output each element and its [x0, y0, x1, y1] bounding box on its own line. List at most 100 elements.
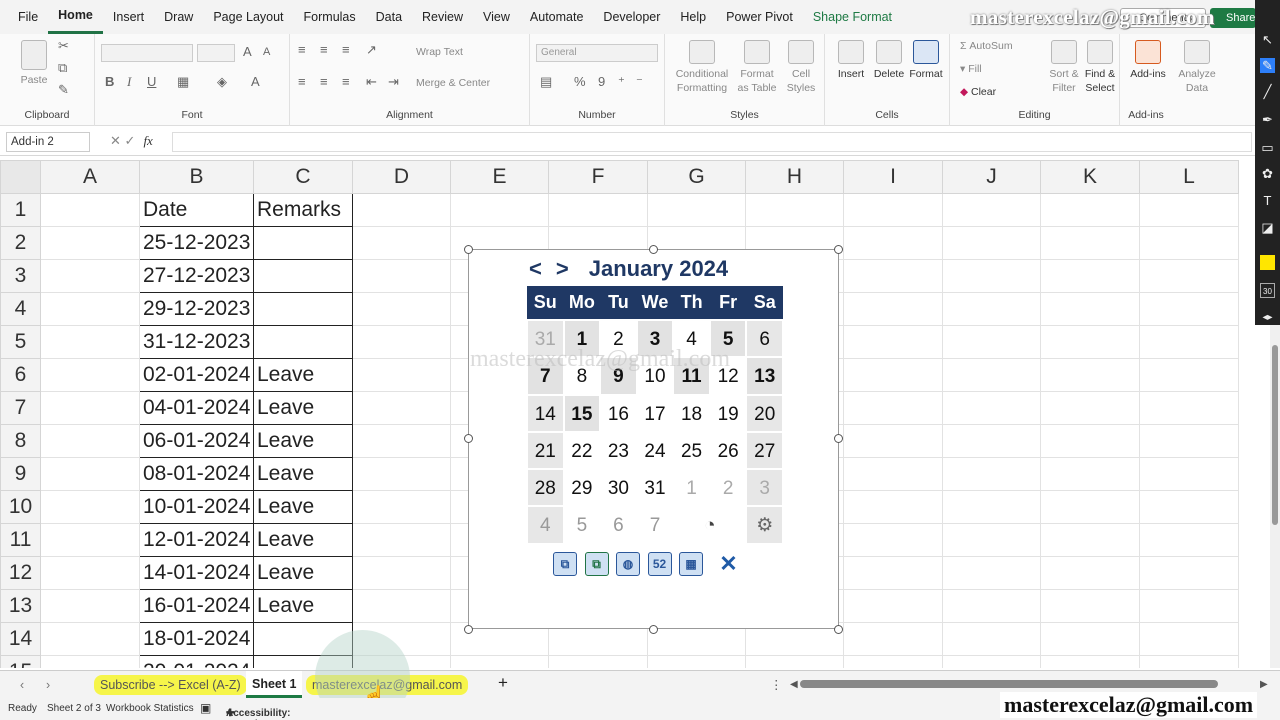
column-header[interactable]: A	[40, 160, 140, 194]
resize-handle[interactable]	[464, 625, 473, 634]
day-cell[interactable]: 6	[747, 321, 782, 357]
cell[interactable]	[647, 655, 746, 668]
row-header[interactable]: 9	[0, 457, 41, 491]
vertical-scrollbar[interactable]	[1270, 325, 1280, 668]
cell[interactable]	[942, 556, 1041, 590]
eraser-icon[interactable]: ◪	[1260, 220, 1275, 235]
borders-icon[interactable]: ▦	[177, 74, 189, 90]
day-cell[interactable]: 24	[638, 433, 673, 468]
sheet-tab-subscribe[interactable]: Subscribe --> Excel (A-Z)	[94, 675, 247, 695]
remarks-cell[interactable]	[253, 226, 353, 260]
day-cell[interactable]: 30	[601, 470, 636, 505]
cell[interactable]	[548, 193, 648, 227]
resize-handle[interactable]	[649, 245, 658, 254]
column-header[interactable]: D	[352, 160, 451, 194]
day-cell[interactable]: 27	[747, 432, 782, 469]
cell[interactable]	[40, 556, 140, 590]
next-sheet-icon[interactable]: ›	[40, 675, 56, 695]
vertical-scroll-thumb[interactable]	[1272, 345, 1278, 525]
cell[interactable]	[1040, 490, 1140, 524]
tab-shape-format[interactable]: Shape Format	[803, 0, 902, 34]
name-box[interactable]: Add-in 2	[6, 132, 90, 152]
align-middle-icon[interactable]: ≡	[320, 42, 328, 57]
align-right-icon[interactable]: ≡	[342, 74, 350, 89]
close-icon[interactable]: ✕	[716, 552, 741, 576]
decrease-indent-icon[interactable]: ⇤	[366, 74, 377, 90]
cell[interactable]	[1139, 424, 1239, 458]
cell[interactable]	[352, 523, 451, 557]
cell[interactable]	[1040, 556, 1140, 590]
gear-icon[interactable]: ⚙	[747, 507, 782, 543]
date-cell[interactable]: 25-12-2023	[139, 226, 254, 260]
resize-handle[interactable]	[834, 245, 843, 254]
cell[interactable]	[843, 358, 943, 392]
cell[interactable]	[745, 655, 844, 668]
cut-icon[interactable]: ✂	[58, 38, 69, 54]
resize-handle[interactable]	[834, 434, 843, 443]
date-cell[interactable]: 04-01-2024	[139, 391, 254, 425]
row-header[interactable]: 13	[0, 589, 41, 623]
font-size-combo[interactable]	[197, 44, 235, 62]
cell[interactable]	[1139, 292, 1239, 326]
cancel-icon[interactable]: ✕	[110, 133, 121, 148]
date-cell[interactable]: 14-01-2024	[139, 556, 254, 590]
date-cell[interactable]: 12-01-2024	[139, 523, 254, 557]
row-header[interactable]: 1	[0, 193, 41, 227]
cell[interactable]	[647, 193, 746, 227]
column-header[interactable]: L	[1139, 160, 1239, 194]
day-cell[interactable]: 31	[638, 470, 673, 505]
next-month-button[interactable]: >	[556, 256, 569, 281]
delete-cells-button[interactable]: Delete	[871, 40, 907, 81]
week-52-icon[interactable]: 52	[647, 552, 672, 576]
copy-up-icon[interactable]: ⧉	[584, 552, 609, 576]
cell[interactable]	[1040, 193, 1140, 227]
cell[interactable]	[450, 193, 549, 227]
format-cells-button[interactable]: Format	[907, 40, 945, 81]
cell[interactable]	[942, 226, 1041, 260]
cell[interactable]	[40, 457, 140, 491]
cell[interactable]	[352, 556, 451, 590]
select-all-corner[interactable]	[0, 160, 41, 194]
day-cell[interactable]: 29	[565, 470, 600, 505]
cell[interactable]	[40, 325, 140, 359]
prev-month-button[interactable]: <	[529, 256, 542, 281]
globe-icon[interactable]: ◍	[616, 552, 640, 576]
cell[interactable]	[352, 292, 451, 326]
cell[interactable]	[843, 391, 943, 425]
tab-review[interactable]: Review	[412, 0, 473, 34]
underline-button[interactable]: U	[147, 74, 156, 89]
autosum-button[interactable]: Σ AutoSum	[960, 39, 1013, 53]
cursor-icon[interactable]: ↖	[1260, 32, 1275, 47]
merge-center-button[interactable]: Merge & Center	[416, 76, 490, 90]
cell[interactable]	[40, 424, 140, 458]
size-icon[interactable]: 30	[1260, 283, 1275, 298]
cell[interactable]	[40, 259, 140, 293]
cell[interactable]	[942, 490, 1041, 524]
cell[interactable]	[1139, 490, 1239, 524]
copy-icon[interactable]: ⧉	[58, 60, 67, 76]
cell[interactable]	[843, 193, 943, 227]
cell[interactable]	[1040, 391, 1140, 425]
cell[interactable]	[1040, 457, 1140, 491]
tab-developer[interactable]: Developer	[593, 0, 670, 34]
tab-home[interactable]: Home	[48, 0, 103, 34]
align-top-icon[interactable]: ≡	[298, 42, 306, 57]
cell[interactable]	[843, 589, 943, 623]
macro-record-icon[interactable]: ▣	[200, 701, 211, 715]
cell[interactable]	[942, 622, 1041, 656]
column-header[interactable]: G	[647, 160, 746, 194]
remarks-cell[interactable]	[253, 292, 353, 326]
date-picker-addin[interactable]: < > January 2024 Su Mo Tu We Th Fr Sa 31 1 2 3 4 5 6 7 8…	[468, 249, 839, 629]
cell[interactable]	[1040, 325, 1140, 359]
cell[interactable]	[40, 622, 140, 656]
day-cell[interactable]: 19	[711, 396, 746, 431]
row-header[interactable]: 12	[0, 556, 41, 590]
cell[interactable]	[843, 490, 943, 524]
cell[interactable]	[352, 589, 451, 623]
day-cell-outside-month[interactable]: 3	[747, 470, 782, 506]
cell[interactable]	[1139, 259, 1239, 293]
column-header[interactable]: I	[843, 160, 943, 194]
share-button[interactable]: Share	[1210, 8, 1256, 28]
highlighter-icon[interactable]: ✎	[1260, 58, 1275, 73]
cell[interactable]	[843, 325, 943, 359]
